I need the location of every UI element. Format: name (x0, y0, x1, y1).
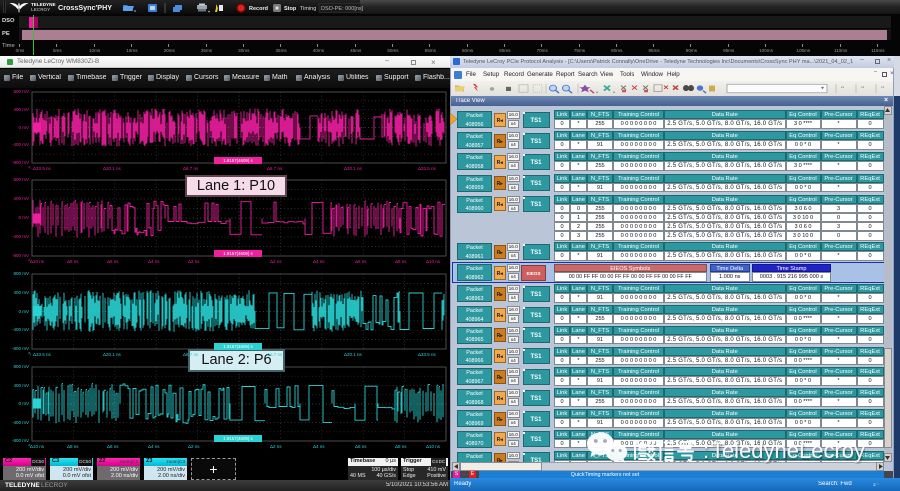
svg-text:“: “ (841, 86, 844, 92)
svg-text:”: ” (881, 86, 884, 92)
svg-text:”: ” (861, 86, 864, 92)
